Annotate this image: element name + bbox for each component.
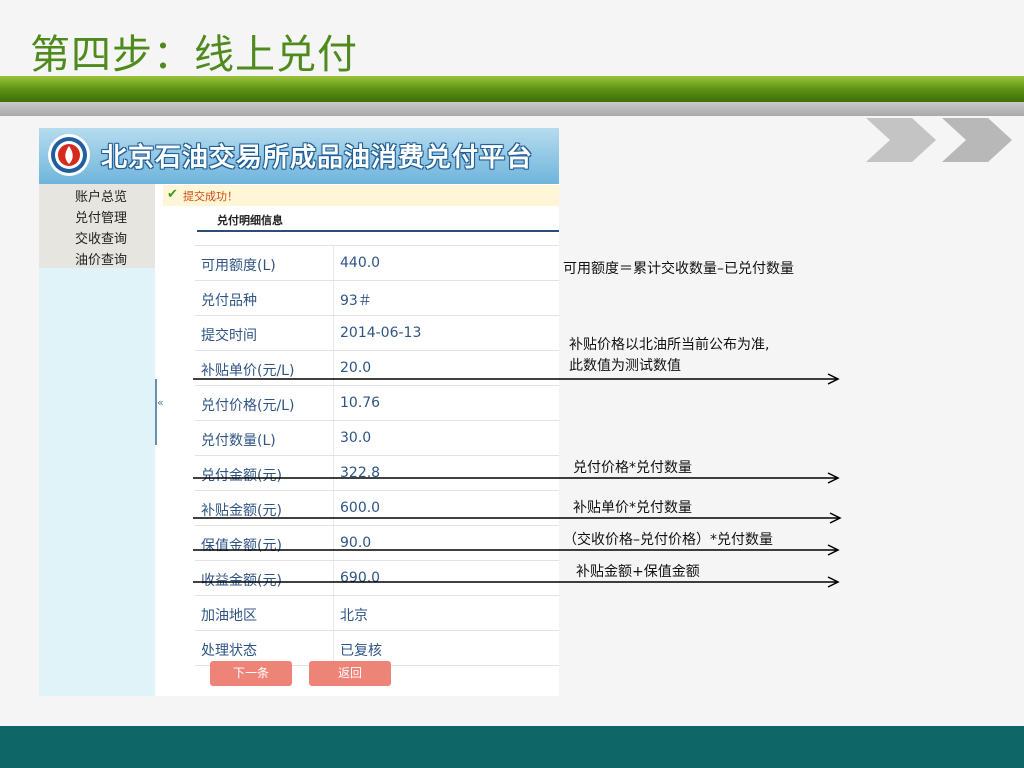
field-label: 补贴金额(元): [201, 503, 282, 519]
field-value: 2014-06-13: [340, 325, 422, 341]
field-label: 兑付数量(L): [201, 433, 276, 449]
redemption-amount-formula: 兑付价格*兑付数量: [573, 460, 692, 476]
sidebar-item-account-overview[interactable]: 账户总览: [75, 186, 127, 205]
field-value: 已复核: [340, 643, 382, 659]
field-label: 提交时间: [201, 328, 257, 344]
sidebar-divider: [155, 379, 157, 445]
sidebar-menu: 账户总览 兑付管理 交收查询 油价查询: [39, 184, 155, 268]
field-value: 30.0: [340, 430, 372, 446]
hedge-amount-formula: （交收价格–兑付价格）*兑付数量: [563, 532, 773, 548]
sidebar-item-delivery-query[interactable]: 交收查询: [75, 228, 127, 247]
table-row: 补贴金额(元) 600.0: [195, 491, 559, 526]
field-label: 收益金额(元): [201, 573, 282, 589]
table-row: 兑付品种 93＃: [195, 281, 559, 316]
slide-title: 第四步：线上兑付: [30, 32, 358, 78]
sidebar: 账户总览 兑付管理 交收查询 油价查询: [39, 184, 155, 696]
footer-bar: [0, 726, 1024, 768]
petroleum-logo-icon: [48, 134, 90, 176]
field-label: 兑付品种: [201, 293, 257, 309]
table-row: 提交时间 2014-06-13: [195, 316, 559, 351]
income-amount-formula: 补贴金额+保值金额: [576, 564, 700, 580]
field-value: 北京: [340, 608, 368, 624]
subsidy-amount-formula: 补贴单价*兑付数量: [573, 500, 692, 516]
field-value: 93＃: [340, 293, 372, 309]
available-quota-formula: 可用额度＝累计交收数量–已兑付数量: [563, 261, 794, 277]
field-value: 322.8: [340, 465, 381, 481]
field-value: 90.0: [340, 535, 372, 551]
chevron-arrows-icon: [866, 118, 1012, 162]
collapse-sidebar-icon[interactable]: «: [157, 396, 164, 409]
field-label: 可用额度(L): [201, 258, 276, 274]
subsidy-note-line2: 此数值为测试数值: [569, 358, 681, 374]
details-table: 可用额度(L) 440.0 兑付品种 93＃ 提交时间 2014-06-13 补贴单价…: [195, 245, 559, 666]
field-label: 处理状态: [201, 643, 257, 659]
header-grey-bar: [0, 102, 1024, 116]
table-row: 兑付金额(元) 322.8: [195, 456, 559, 491]
table-row: 加油地区 北京: [195, 596, 559, 631]
field-label: 加油地区: [201, 608, 257, 624]
field-label: 保值金额(元): [201, 538, 282, 554]
field-value: 600.0: [340, 500, 381, 516]
header-green-bar: [0, 76, 1024, 102]
table-row: 兑付价格(元/L) 10.76: [195, 386, 559, 421]
sidebar-item-redemption-management[interactable]: 兑付管理: [75, 207, 127, 226]
app-header: 北京石油交易所成品油消费兑付平台: [39, 128, 559, 184]
table-row: 兑付数量(L) 30.0: [195, 421, 559, 456]
field-label: 兑付金额(元): [201, 468, 282, 484]
app-title: 北京石油交易所成品油消费兑付平台: [101, 143, 534, 173]
checkmark-icon: ✔: [167, 187, 178, 202]
subsidy-note-line1: 补贴价格以北油所当前公布为准,: [569, 337, 770, 353]
field-value: 440.0: [340, 255, 381, 271]
sidebar-item-oil-price-query[interactable]: 油价查询: [75, 249, 127, 268]
field-value: 20.0: [340, 360, 372, 376]
success-banner: ✔ 提交成功！: [163, 185, 559, 206]
success-message: 提交成功！: [183, 190, 238, 203]
field-label: 兑付价格(元/L): [201, 398, 295, 414]
back-button[interactable]: 返回: [309, 661, 391, 686]
table-row: 保值金额(元) 90.0: [195, 526, 559, 561]
section-divider: [197, 230, 559, 232]
table-row: 收益金额(元) 690.0: [195, 561, 559, 596]
app-window: 北京石油交易所成品油消费兑付平台 账户总览 兑付管理 交收查询 油价查询 « ✔…: [39, 128, 559, 696]
field-value: 690.0: [340, 570, 381, 586]
section-title: 兑付明细信息: [217, 214, 283, 227]
field-label: 补贴单价(元/L): [201, 363, 295, 379]
field-value: 10.76: [340, 395, 381, 411]
table-row: 补贴单价(元/L) 20.0: [195, 351, 559, 386]
next-button[interactable]: 下一条: [210, 661, 292, 686]
table-row: 可用额度(L) 440.0: [195, 246, 559, 281]
